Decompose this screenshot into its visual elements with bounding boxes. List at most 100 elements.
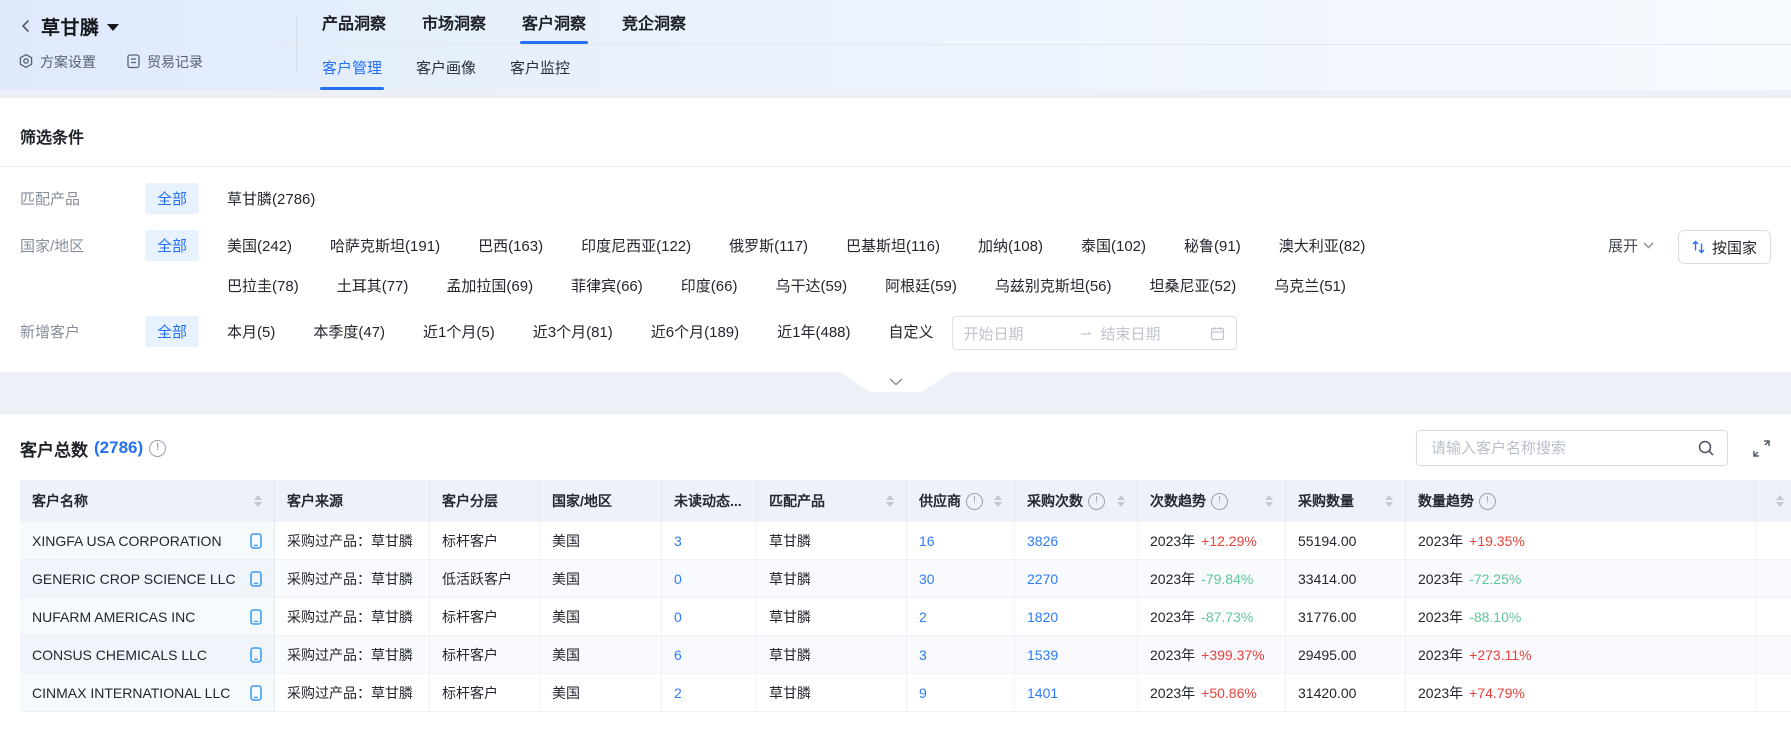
supplier-count-link[interactable]: 16 [919, 533, 935, 549]
main-tab-1[interactable]: 产品洞察 [320, 0, 388, 44]
supplier-count-link[interactable]: 30 [919, 571, 935, 587]
period-option[interactable]: 近1个月(5) [423, 321, 495, 342]
unread-count-link[interactable]: 2 [674, 685, 682, 701]
country-option[interactable]: 泰国(102) [1081, 235, 1146, 256]
back-icon[interactable] [18, 18, 34, 34]
custom-period-option[interactable]: 自定义 [889, 316, 934, 342]
customers-total-info-icon[interactable]: ! [149, 440, 166, 457]
purchase-count-link[interactable]: 1401 [1027, 685, 1058, 701]
country-option[interactable]: 印度(66) [681, 275, 738, 296]
contact-phone-icon[interactable] [250, 647, 262, 663]
country-option[interactable]: 孟加拉国(69) [446, 275, 533, 296]
sub-tab-2[interactable]: 客户画像 [414, 45, 478, 90]
unread-count-link[interactable]: 0 [674, 571, 682, 587]
contact-phone-icon[interactable] [250, 685, 262, 701]
country-option[interactable]: 哈萨克斯坦(191) [330, 235, 440, 256]
sort-icon[interactable] [1265, 495, 1273, 507]
search-icon[interactable] [1697, 439, 1715, 457]
customer-search-input[interactable] [1429, 439, 1697, 458]
purchase-count-link[interactable]: 1820 [1027, 609, 1058, 625]
purchase-count-link[interactable]: 1539 [1027, 647, 1058, 663]
country-option[interactable]: 澳大利亚(82) [1279, 235, 1366, 256]
period-option[interactable]: 近1年(488) [777, 321, 850, 342]
country-option[interactable]: 阿根廷(59) [885, 275, 957, 296]
info-icon[interactable]: ! [966, 493, 983, 510]
country-option[interactable]: 乌兹别克斯坦(56) [995, 275, 1112, 296]
contact-phone-icon[interactable] [250, 533, 262, 549]
sort-icon[interactable] [254, 495, 262, 507]
country-option[interactable]: 坦桑尼亚(52) [1150, 275, 1237, 296]
trade-records-button[interactable]: 贸易记录 [126, 52, 203, 72]
customer-name[interactable]: CINMAX INTERNATIONAL LLC [32, 685, 230, 701]
purchase-count-link[interactable]: 2270 [1027, 571, 1058, 587]
trade-records-icon [126, 53, 141, 72]
contact-phone-icon[interactable] [250, 609, 262, 625]
start-date-field[interactable]: 开始日期 [964, 323, 1073, 344]
country-option[interactable]: 美国(242) [227, 235, 292, 256]
info-icon[interactable]: ! [1088, 493, 1105, 510]
country-option[interactable]: 俄罗斯(117) [729, 235, 808, 256]
collapse-filter-button[interactable] [840, 372, 952, 392]
main-tab-3[interactable]: 客户洞察 [520, 0, 588, 44]
overflow-cut-cell [1756, 560, 1791, 597]
sort-icon[interactable] [1117, 495, 1125, 507]
country-option[interactable]: 菲律宾(66) [571, 275, 643, 296]
trend-year: 2023年 [1418, 531, 1463, 551]
main-tab-4[interactable]: 竞企洞察 [620, 0, 688, 44]
trend-percent: +12.29% [1201, 533, 1257, 549]
country-option[interactable]: 印度尼西亚(122) [581, 235, 691, 256]
country-option[interactable]: 秘鲁(91) [1184, 235, 1241, 256]
country-option[interactable]: 巴基斯坦(116) [846, 235, 940, 256]
product-option[interactable]: 草甘膦(2786) [227, 188, 315, 209]
customer-name[interactable]: NUFARM AMERICAS INC [32, 609, 195, 625]
sort-icon[interactable] [994, 495, 1002, 507]
purchase-count-link[interactable]: 3826 [1027, 533, 1058, 549]
matched-product-cell: 草甘膦 [757, 522, 907, 559]
customer-name[interactable]: CONSUS CHEMICALS LLC [32, 647, 207, 663]
expand-countries-link[interactable]: 展开 [1608, 230, 1654, 256]
supplier-count-link[interactable]: 3 [919, 647, 927, 663]
country-all-chip[interactable]: 全部 [145, 230, 199, 261]
by-country-toggle-button[interactable]: 按国家 [1678, 230, 1771, 264]
period-option[interactable]: 近3个月(81) [533, 321, 613, 342]
fullscreen-icon[interactable] [1752, 439, 1771, 458]
new-customer-all-chip[interactable]: 全部 [145, 316, 199, 347]
date-range-input[interactable]: 开始日期 结束日期 [952, 316, 1237, 350]
unread-count-link[interactable]: 0 [674, 609, 682, 625]
customer-name[interactable]: GENERIC CROP SCIENCE LLC [32, 571, 236, 587]
info-icon[interactable]: ! [1211, 493, 1228, 510]
supplier-count-link[interactable]: 2 [919, 609, 927, 625]
scheme-settings-button[interactable]: 方案设置 [18, 52, 96, 72]
country-option[interactable]: 乌克兰(51) [1274, 275, 1346, 296]
end-date-field[interactable]: 结束日期 [1101, 323, 1210, 344]
trend-cell: 2023年+50.86% [1138, 674, 1286, 711]
sub-tab-1[interactable]: 客户管理 [320, 45, 384, 90]
customers-table: 客户名称客户来源客户分层国家/地区未读动态...匹配产品供应商!采购次数!次数趋… [20, 480, 1791, 712]
column-label: 数量趋势 [1418, 491, 1474, 511]
unread-count-link[interactable]: 3 [674, 533, 682, 549]
customer-name[interactable]: XINGFA USA CORPORATION [32, 533, 222, 549]
filter-row-new-customer: 新增客户 全部 本月(5)本季度(47)近1个月(5)近3个月(81)近6个月(… [20, 316, 1771, 350]
product-all-chip[interactable]: 全部 [145, 183, 199, 214]
period-option[interactable]: 近6个月(189) [651, 321, 739, 342]
supplier-count-link[interactable]: 9 [919, 685, 927, 701]
contact-phone-icon[interactable] [250, 571, 262, 587]
sub-tab-3[interactable]: 客户监控 [508, 45, 572, 90]
sort-icon[interactable] [1776, 495, 1784, 507]
country-option[interactable]: 加纳(108) [978, 235, 1043, 256]
period-option[interactable]: 本月(5) [227, 321, 275, 342]
sort-icon[interactable] [886, 495, 894, 507]
country-option[interactable]: 土耳其(77) [337, 275, 409, 296]
main-tab-2[interactable]: 市场洞察 [420, 0, 488, 44]
customer-tier-cell: 标杆客户 [430, 636, 540, 673]
info-icon[interactable]: ! [1479, 493, 1496, 510]
country-option[interactable]: 巴拉圭(78) [227, 275, 299, 296]
unread-count-link[interactable]: 6 [674, 647, 682, 663]
sort-icon[interactable] [1385, 495, 1393, 507]
country-option[interactable]: 乌干达(59) [775, 275, 847, 296]
title-dropdown-icon[interactable] [107, 24, 119, 31]
period-option[interactable]: 本季度(47) [313, 321, 385, 342]
country-option[interactable]: 巴西(163) [478, 235, 543, 256]
quantity-cell: 33414.00 [1286, 560, 1406, 597]
page-title[interactable]: 草甘膦 [41, 13, 100, 40]
